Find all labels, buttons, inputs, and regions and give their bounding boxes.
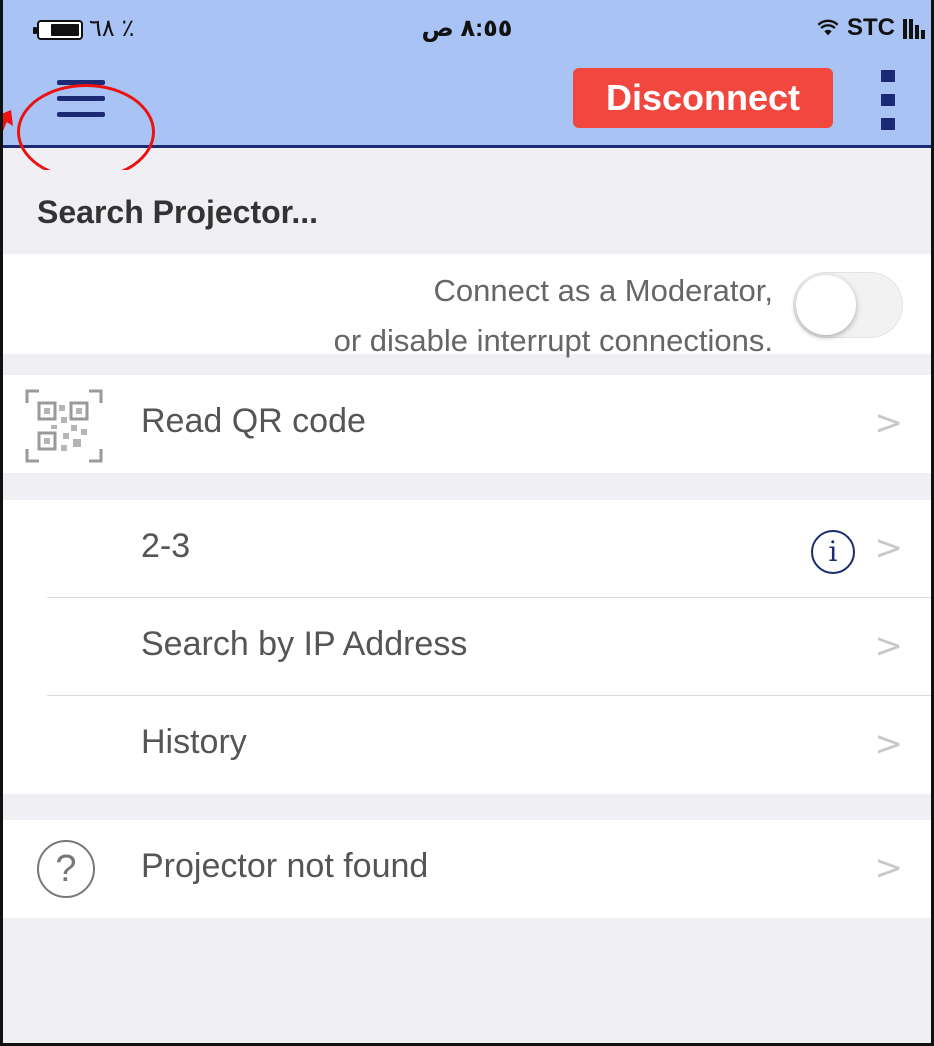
moderator-line-2: or disable interrupt connections. bbox=[333, 323, 773, 358]
annotation-circle bbox=[17, 84, 155, 180]
projector-not-found-row[interactable]: ? Projector not found > bbox=[3, 820, 931, 918]
chevron-right-icon: > bbox=[874, 403, 904, 443]
empty-background bbox=[3, 918, 931, 1043]
projector-item-2-3[interactable]: 2-3 i > bbox=[3, 500, 931, 598]
chevron-right-icon: > bbox=[874, 724, 904, 764]
moderator-toggle[interactable] bbox=[793, 272, 903, 338]
disconnect-button[interactable]: Disconnect bbox=[573, 68, 833, 128]
chevron-right-icon: > bbox=[874, 848, 904, 888]
app-screen: ٦٨ ٪ ٨:٥٥ ص STC Disconnect Search Projec… bbox=[0, 0, 934, 1046]
section-title: Search Projector... bbox=[37, 194, 319, 230]
projector-not-found-label: Projector not found bbox=[141, 847, 429, 885]
status-bar: ٦٨ ٪ ٨:٥٥ ص STC bbox=[3, 0, 931, 56]
search-by-ip-label: Search by IP Address bbox=[141, 625, 468, 663]
history-row[interactable]: History > bbox=[3, 696, 931, 794]
info-icon[interactable]: i bbox=[811, 530, 855, 574]
search-by-ip-row[interactable]: Search by IP Address > bbox=[3, 598, 931, 696]
chevron-right-icon: > bbox=[874, 626, 904, 666]
help-question-icon: ? bbox=[37, 840, 95, 898]
chevron-right-icon: > bbox=[874, 528, 904, 568]
status-time: ٨:٥٥ ص bbox=[421, 15, 513, 42]
carrier-name: STC bbox=[847, 14, 895, 41]
qr-code-icon bbox=[25, 389, 103, 463]
wifi-icon bbox=[817, 19, 839, 36]
moderator-line-1: Connect as a Moderator, bbox=[433, 273, 773, 308]
read-qr-code-label: Read QR code bbox=[141, 402, 366, 440]
history-label: History bbox=[141, 723, 247, 761]
signal-icon bbox=[903, 17, 925, 39]
annotation-arrow bbox=[3, 110, 13, 131]
read-qr-code-row[interactable]: Read QR code > bbox=[3, 375, 931, 473]
more-vertical-icon[interactable] bbox=[879, 70, 899, 130]
carrier-info: STC bbox=[817, 14, 925, 42]
projector-name: 2-3 bbox=[141, 527, 191, 565]
search-projector-header: Search Projector... bbox=[3, 170, 931, 254]
moderator-panel: Connect as a Moderator, or disable inter… bbox=[3, 254, 931, 358]
moderator-description: Connect as a Moderator, or disable inter… bbox=[334, 266, 773, 366]
